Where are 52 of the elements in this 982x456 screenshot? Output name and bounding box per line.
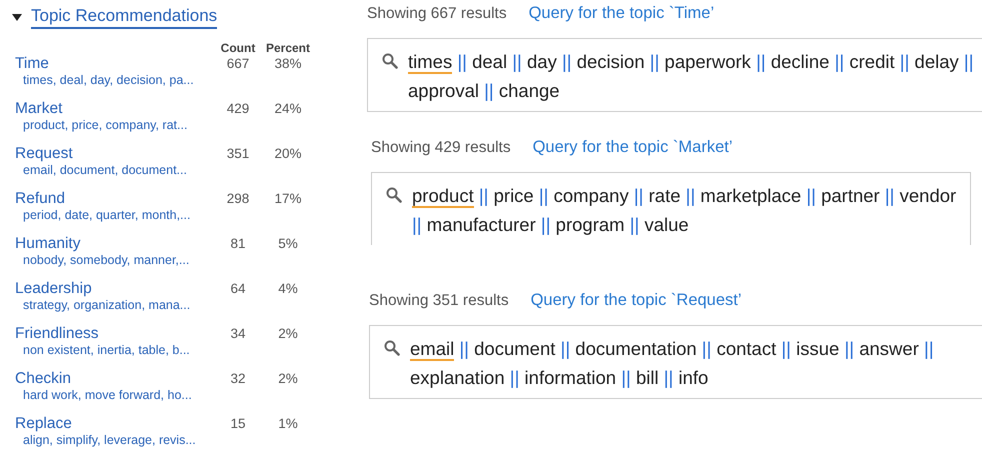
topic-link[interactable]: Friendliness	[15, 325, 216, 343]
collapse-caret-icon[interactable]	[12, 14, 22, 21]
topic-keywords: non existent, inertia, table, b...	[22, 343, 191, 358]
topic-keywords: nobody, somebody, manner,...	[22, 253, 190, 268]
topic-keywords: align, simplify, leverage, revis...	[22, 433, 197, 448]
search-icon	[382, 53, 398, 69]
topic-keywords: strategy, organization, mana...	[22, 298, 192, 313]
count-cell-text: 429	[226, 100, 250, 118]
query-title-link[interactable]: Query for the topic `Time’	[528, 4, 714, 23]
results-count: Showing 429 results	[371, 139, 511, 157]
query-title-link[interactable]: Query for the topic `Request’	[530, 291, 742, 310]
count-cell-text: 81	[229, 235, 247, 253]
count-cell-text: 298	[226, 190, 250, 208]
count-cell-text: 64	[229, 280, 247, 298]
query-field[interactable]: product || price || company || rate || marketplace || partner || vendor || manufacturer || program || value	[371, 172, 971, 245]
percent-cell-text: 38%	[273, 55, 303, 73]
count-cell-text: 351	[226, 145, 250, 163]
percent-cell-text: 2%	[277, 370, 299, 388]
results-count: Showing 351 results	[369, 292, 509, 310]
panel-title-link[interactable]: Topic Recommendations	[31, 6, 218, 29]
count-cell-text: 15	[229, 415, 247, 433]
topic-link[interactable]: Humanity	[15, 235, 216, 253]
percent-cell-text: 1%	[277, 415, 299, 433]
topic-keywords: product, price, company, rat...	[22, 118, 188, 133]
search-icon	[386, 187, 402, 203]
percent-cell-text: 5%	[277, 235, 299, 253]
search-icon	[384, 340, 400, 356]
topic-keywords: hard work, move forward, ho...	[22, 388, 193, 403]
percent-cell-text: 24%	[273, 100, 303, 118]
query-field[interactable]: email || document || documentation || contact || issue || answer || explanation || information || bill || info	[369, 325, 982, 399]
query-field[interactable]: times || deal || day || decision || paperwork || decline || credit || delay || approval || change	[367, 38, 982, 112]
topic-link[interactable]: Time	[15, 55, 216, 73]
count-cell-text: 32	[229, 370, 247, 388]
topic-keywords: period, date, quarter, month,...	[22, 208, 192, 223]
column-header: Percent	[264, 41, 312, 55]
count-cell-text: 667	[226, 55, 250, 73]
query-title-link[interactable]: Query for the topic `Market’	[532, 138, 732, 157]
column-header: Count	[220, 41, 256, 55]
topic-link[interactable]: Market	[15, 100, 216, 118]
topic-link[interactable]: Request	[15, 145, 216, 163]
percent-cell-text: 2%	[277, 325, 299, 343]
percent-cell-text: 17%	[273, 190, 303, 208]
topic-link[interactable]: Refund	[15, 190, 216, 208]
topic-link[interactable]: Checkin	[15, 370, 216, 388]
count-cell-text: 34	[229, 325, 247, 343]
percent-cell-text: 20%	[273, 145, 303, 163]
topic-keywords: times, deal, day, decision, pa...	[22, 73, 195, 88]
topic-link[interactable]: Leadership	[15, 280, 216, 298]
topic-keywords: email, document, document...	[22, 163, 188, 178]
results-count: Showing 667 results	[367, 5, 507, 23]
percent-cell-text: 4%	[277, 280, 299, 298]
topic-link[interactable]: Replace	[15, 415, 216, 433]
